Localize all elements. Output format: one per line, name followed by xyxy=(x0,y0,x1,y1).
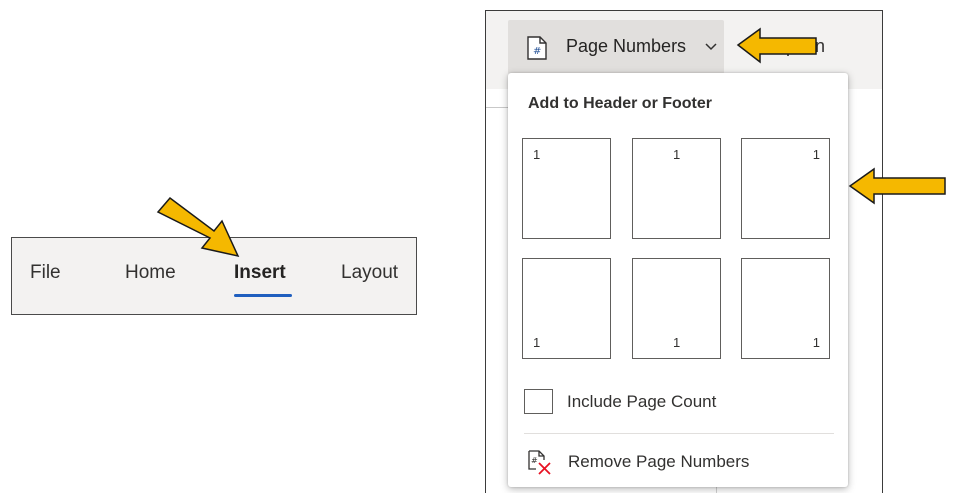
active-tab-indicator xyxy=(234,294,292,297)
svg-text:#: # xyxy=(533,46,541,57)
page-number-preview: 1 xyxy=(533,335,541,350)
page-number-preview: 1 xyxy=(812,335,820,350)
page-number-preview: 1 xyxy=(673,335,681,350)
previous-command-fragment: r xyxy=(485,36,486,57)
page-number-icon: # xyxy=(527,36,547,60)
remove-page-numbers-label: Remove Page Numbers xyxy=(568,452,750,471)
footer-center-tile[interactable]: 1 xyxy=(632,258,721,359)
tab-layout[interactable]: Layout xyxy=(341,262,398,284)
header-left-tile[interactable]: 1 xyxy=(522,138,611,239)
header-center-tile[interactable]: 1 xyxy=(632,138,721,239)
remove-page-numbers-item[interactable]: # Remove Page Numbers xyxy=(508,443,848,483)
remove-page-numbers-icon: # xyxy=(528,450,551,475)
svg-text:#: # xyxy=(531,456,538,465)
page-number-preview: 1 xyxy=(812,147,820,162)
footer-right-tile[interactable]: 1 xyxy=(741,258,830,359)
page-numbers-label: Page Numbers xyxy=(566,36,687,56)
include-page-count-label[interactable]: Include Page Count xyxy=(567,392,716,412)
header-right-tile[interactable]: 1 xyxy=(741,138,830,239)
page-number-preview: 1 xyxy=(533,147,541,162)
callout-arrow-page-numbers xyxy=(736,27,817,64)
page-numbers-dropdown: Add to Header or Footer 1 1 1 1 1 1 Incl… xyxy=(508,73,848,487)
page-number-preview: 1 xyxy=(673,147,681,162)
callout-arrow-insert xyxy=(156,196,240,258)
tab-file[interactable]: File xyxy=(30,262,61,284)
tab-home[interactable]: Home xyxy=(125,262,176,284)
ruler-line xyxy=(486,107,510,108)
footer-left-tile[interactable]: 1 xyxy=(522,258,611,359)
callout-arrow-header-tiles xyxy=(848,167,946,205)
dropdown-heading: Add to Header or Footer xyxy=(528,95,713,112)
tab-insert[interactable]: Insert xyxy=(234,262,286,284)
include-page-count-checkbox[interactable] xyxy=(524,389,553,414)
menu-divider xyxy=(524,433,834,434)
page-numbers-button[interactable]: # Page Numbers xyxy=(508,20,724,74)
chevron-down-icon xyxy=(705,43,717,51)
